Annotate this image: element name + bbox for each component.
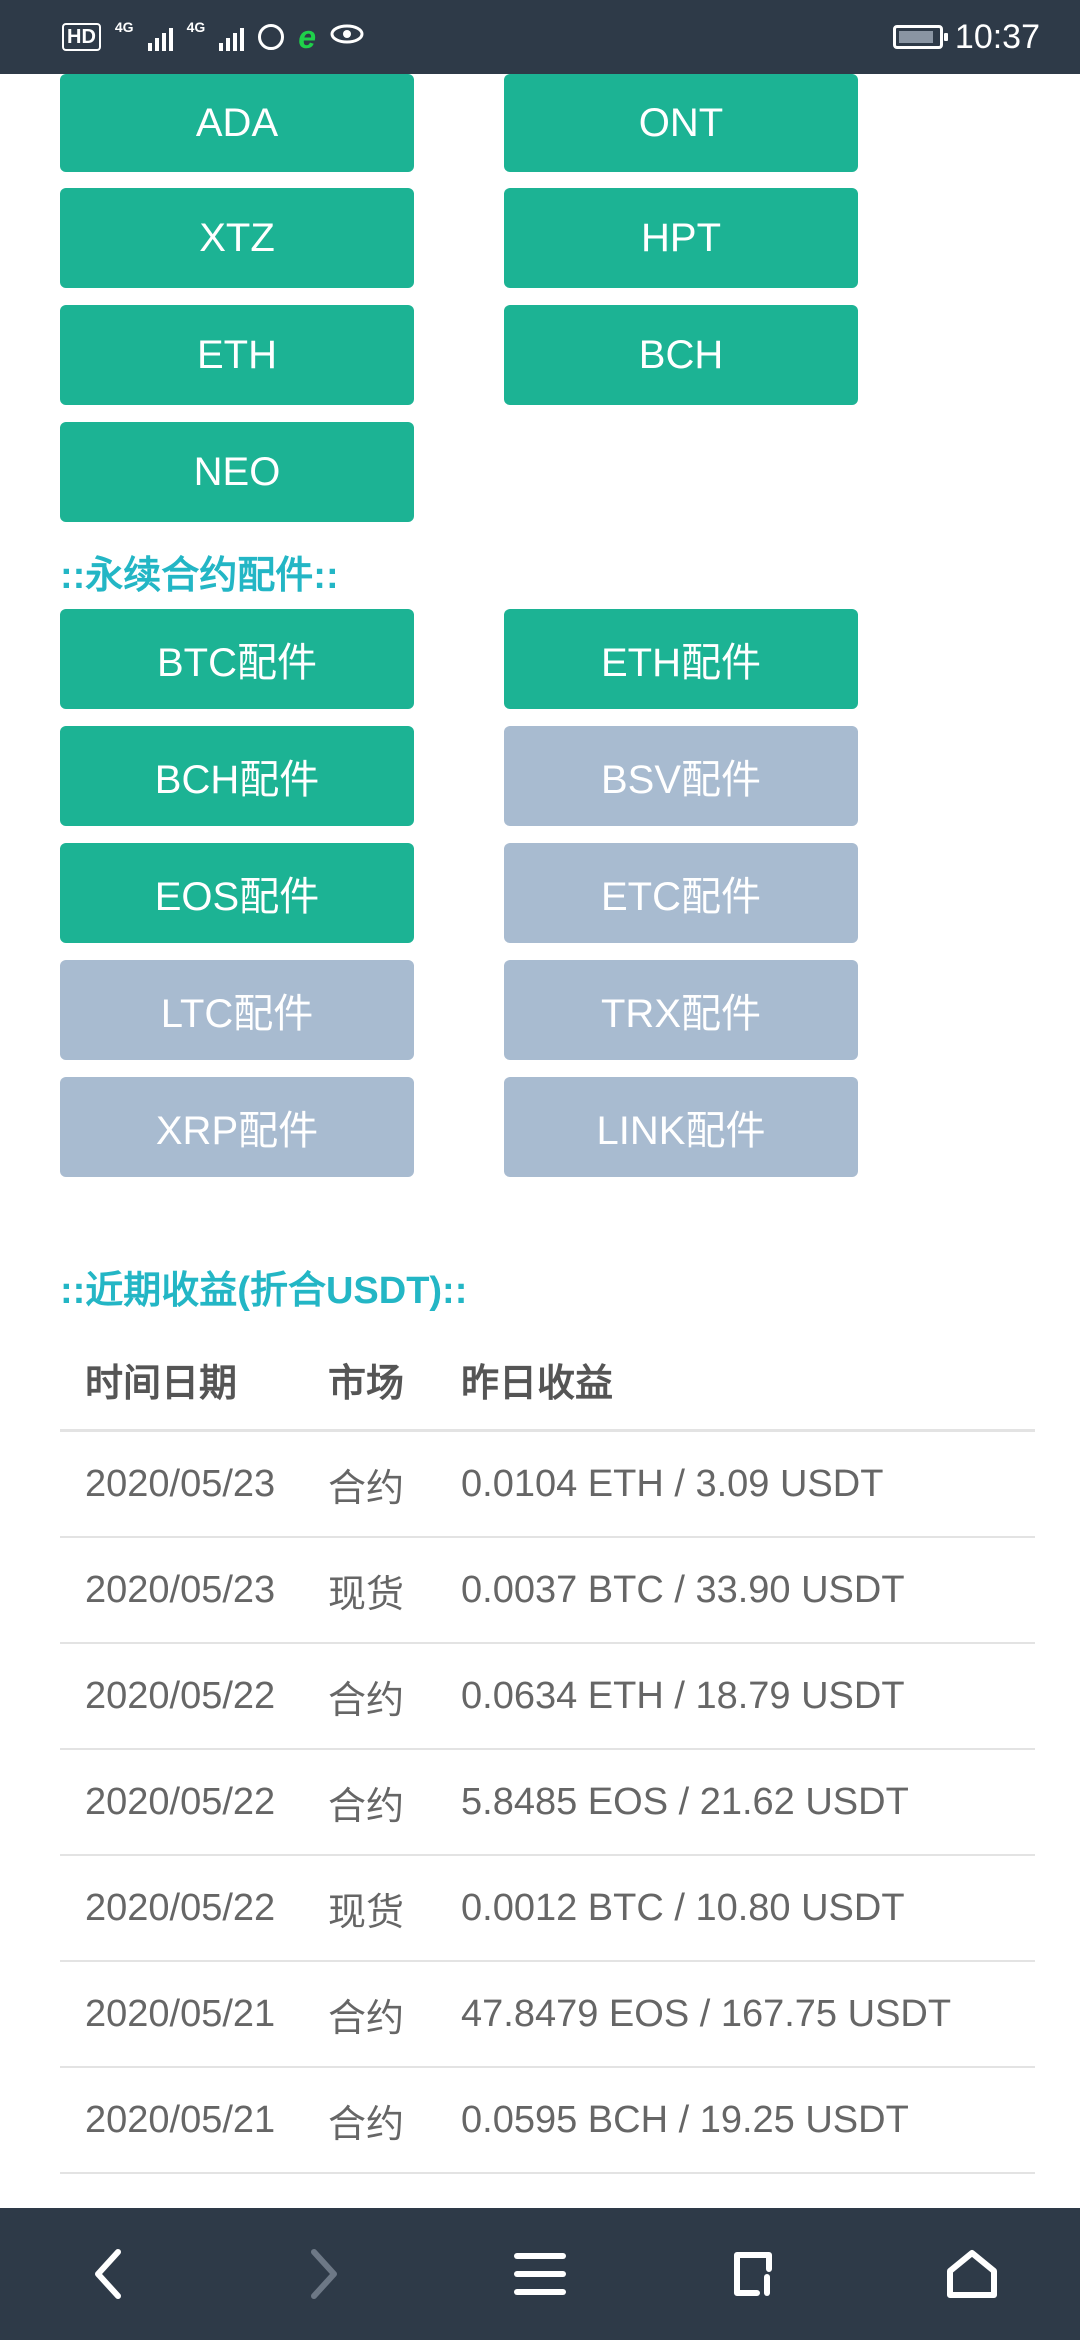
table-row: 2020/05/22 现货 0.0012 BTC / 10.80 USDT <box>60 1856 1035 1962</box>
accessory-button-bch[interactable]: BCH配件 <box>60 726 414 826</box>
cell-earnings: 0.0012 BTC / 10.80 USDT <box>461 1886 905 1929</box>
tabs-icon[interactable] <box>721 2239 791 2309</box>
table-row: 2020/05/22 合约 0.0634 ETH / 18.79 USDT <box>60 1644 1035 1750</box>
cell-earnings: 47.8479 EOS / 167.75 USDT <box>461 1992 952 2035</box>
cell-earnings: 0.0634 ETH / 18.79 USDT <box>461 1674 905 1717</box>
cell-market: 现货 <box>328 1891 405 1934</box>
accessory-button-eth[interactable]: ETH配件 <box>504 609 858 709</box>
home-icon[interactable] <box>937 2239 1007 2309</box>
forward-icon[interactable] <box>289 2239 359 2309</box>
globe-icon <box>258 24 285 50</box>
accessory-button-xrp[interactable]: XRP配件 <box>60 1077 414 1177</box>
bottom-nav-bar <box>0 2208 1080 2340</box>
accessory-button-ltc[interactable]: LTC配件 <box>60 960 414 1060</box>
cell-date: 2020/05/22 <box>85 1886 276 1929</box>
cell-earnings: 0.0037 BTC / 33.90 USDT <box>461 1568 905 1611</box>
accessory-button-eos[interactable]: EOS配件 <box>60 843 414 943</box>
status-bar: HD 4G 4G e 10:37 <box>0 0 1080 74</box>
network-type-2: 4G <box>186 18 206 35</box>
table-header: 时间日期 市场 昨日收益 <box>60 1329 1035 1432</box>
table-row: 2020/05/21 合约 47.8479 EOS / 167.75 USDT <box>60 1962 1035 2068</box>
signal-icon <box>147 23 173 51</box>
cell-date: 2020/05/23 <box>85 1568 276 1611</box>
menu-icon[interactable] <box>505 2239 575 2309</box>
coin-button-bch[interactable]: BCH <box>504 305 858 405</box>
cell-market: 合约 <box>328 1997 405 2040</box>
cell-date: 2020/05/21 <box>85 1992 276 2035</box>
accessory-button-etc[interactable]: ETC配件 <box>504 843 858 943</box>
eye-icon <box>330 23 364 51</box>
cell-market: 合约 <box>328 1467 405 1510</box>
coin-button-neo[interactable]: NEO <box>60 422 414 522</box>
cell-market: 合约 <box>328 1785 405 1828</box>
back-icon[interactable] <box>73 2239 143 2309</box>
cell-date: 2020/05/23 <box>85 1462 276 1505</box>
coin-button-ada[interactable]: ADA <box>60 74 414 172</box>
clock: 10:37 <box>954 17 1040 56</box>
cell-date: 2020/05/22 <box>85 1674 276 1717</box>
hd-icon: HD <box>62 23 101 51</box>
table-row: 2020/05/23 合约 0.0104 ETH / 3.09 USDT <box>60 1432 1035 1538</box>
section-title-perpetual: ::永续合约配件:: <box>60 555 339 597</box>
cell-earnings: 0.0104 ETH / 3.09 USDT <box>461 1462 884 1505</box>
status-icons: HD 4G 4G e <box>62 19 364 56</box>
cell-market: 现货 <box>328 1573 405 1616</box>
coin-button-ont[interactable]: ONT <box>504 74 858 172</box>
earnings-table: 时间日期 市场 昨日收益 2020/05/23 合约 0.0104 ETH / … <box>60 1329 1035 2174</box>
cell-date: 2020/05/21 <box>85 2098 276 2141</box>
accessory-button-trx[interactable]: TRX配件 <box>504 960 858 1060</box>
cell-earnings: 5.8485 EOS / 21.62 USDT <box>461 1780 909 1823</box>
accessory-button-link[interactable]: LINK配件 <box>504 1077 858 1177</box>
coin-button-eth[interactable]: ETH <box>60 305 414 405</box>
table-row: 2020/05/23 现货 0.0037 BTC / 33.90 USDT <box>60 1538 1035 1644</box>
cell-market: 合约 <box>328 1679 405 1722</box>
network-type-1: 4G <box>114 18 134 35</box>
section-title-earnings: ::近期收益(折合USDT):: <box>60 1270 468 1312</box>
cell-earnings: 0.0595 BCH / 19.25 USDT <box>461 2098 909 2141</box>
signal-icon-2 <box>219 23 245 51</box>
cell-market: 合约 <box>328 2103 405 2146</box>
header-market: 市场 <box>328 1362 405 1405</box>
header-date: 时间日期 <box>85 1362 238 1405</box>
table-row: 2020/05/22 合约 5.8485 EOS / 21.62 USDT <box>60 1750 1035 1856</box>
browser-e-icon: e <box>298 18 317 55</box>
accessory-button-btc[interactable]: BTC配件 <box>60 609 414 709</box>
battery-icon <box>892 25 948 49</box>
coin-button-hpt[interactable]: HPT <box>504 188 858 288</box>
table-row: 2020/05/21 合约 0.0595 BCH / 19.25 USDT <box>60 2068 1035 2174</box>
cell-date: 2020/05/22 <box>85 1780 276 1823</box>
header-earnings: 昨日收益 <box>461 1362 614 1405</box>
accessory-button-bsv[interactable]: BSV配件 <box>504 726 858 826</box>
coin-button-xtz[interactable]: XTZ <box>60 188 414 288</box>
